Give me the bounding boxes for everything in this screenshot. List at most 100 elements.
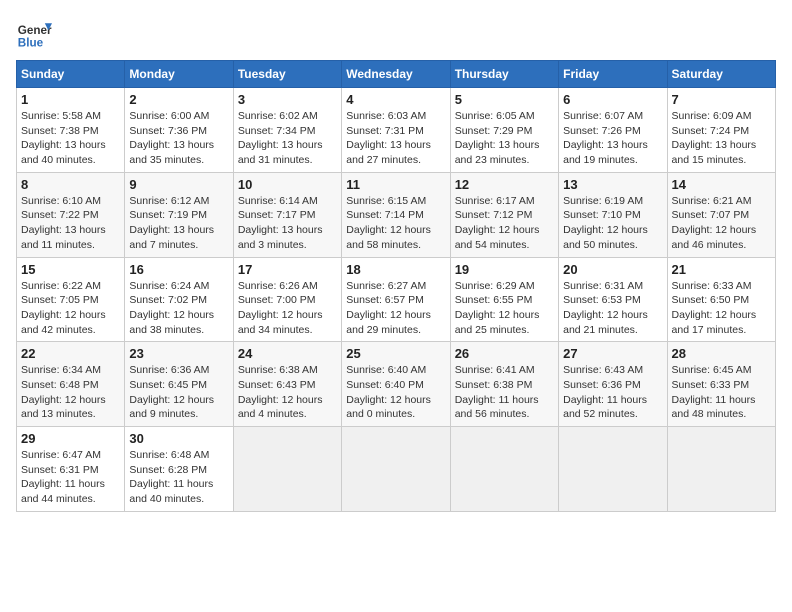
- day-number: 28: [672, 346, 771, 361]
- day-number: 1: [21, 92, 120, 107]
- calendar-table: SundayMondayTuesdayWednesdayThursdayFrid…: [16, 60, 776, 512]
- day-number: 17: [238, 262, 337, 277]
- svg-text:Blue: Blue: [18, 37, 44, 50]
- calendar-cell: 26 Sunrise: 6:41 AMSunset: 6:38 PMDayligh…: [450, 342, 558, 427]
- day-number: 10: [238, 177, 337, 192]
- calendar-cell: 13 Sunrise: 6:19 AMSunset: 7:10 PMDayligh…: [559, 172, 667, 257]
- day-number: 27: [563, 346, 662, 361]
- cell-info: Sunrise: 6:27 AMSunset: 6:57 PMDaylight:…: [346, 279, 445, 338]
- calendar-cell: 2 Sunrise: 6:00 AMSunset: 7:36 PMDaylight…: [125, 88, 233, 173]
- weekday-header-sunday: Sunday: [17, 61, 125, 88]
- cell-info: Sunrise: 6:21 AMSunset: 7:07 PMDaylight:…: [672, 194, 771, 253]
- calendar-cell: 7 Sunrise: 6:09 AMSunset: 7:24 PMDaylight…: [667, 88, 775, 173]
- day-number: 2: [129, 92, 228, 107]
- cell-info: Sunrise: 6:26 AMSunset: 7:00 PMDaylight:…: [238, 279, 337, 338]
- cell-info: Sunrise: 6:31 AMSunset: 6:53 PMDaylight:…: [563, 279, 662, 338]
- calendar-cell: 19 Sunrise: 6:29 AMSunset: 6:55 PMDayligh…: [450, 257, 558, 342]
- calendar-cell: 20 Sunrise: 6:31 AMSunset: 6:53 PMDayligh…: [559, 257, 667, 342]
- day-number: 15: [21, 262, 120, 277]
- calendar-cell: [342, 427, 450, 512]
- day-number: 22: [21, 346, 120, 361]
- calendar-cell: 4 Sunrise: 6:03 AMSunset: 7:31 PMDaylight…: [342, 88, 450, 173]
- day-number: 19: [455, 262, 554, 277]
- cell-info: Sunrise: 6:34 AMSunset: 6:48 PMDaylight:…: [21, 363, 120, 422]
- calendar-cell: 10 Sunrise: 6:14 AMSunset: 7:17 PMDayligh…: [233, 172, 341, 257]
- calendar-cell: 29 Sunrise: 6:47 AMSunset: 6:31 PMDayligh…: [17, 427, 125, 512]
- weekday-header-thursday: Thursday: [450, 61, 558, 88]
- cell-info: Sunrise: 6:45 AMSunset: 6:33 PMDaylight:…: [672, 363, 771, 422]
- day-number: 26: [455, 346, 554, 361]
- cell-info: Sunrise: 6:38 AMSunset: 6:43 PMDaylight:…: [238, 363, 337, 422]
- weekday-header-friday: Friday: [559, 61, 667, 88]
- day-number: 14: [672, 177, 771, 192]
- cell-info: Sunrise: 6:15 AMSunset: 7:14 PMDaylight:…: [346, 194, 445, 253]
- weekday-header-monday: Monday: [125, 61, 233, 88]
- cell-info: Sunrise: 6:41 AMSunset: 6:38 PMDaylight:…: [455, 363, 554, 422]
- day-number: 25: [346, 346, 445, 361]
- calendar-cell: [450, 427, 558, 512]
- cell-info: Sunrise: 6:36 AMSunset: 6:45 PMDaylight:…: [129, 363, 228, 422]
- day-number: 23: [129, 346, 228, 361]
- cell-info: Sunrise: 6:14 AMSunset: 7:17 PMDaylight:…: [238, 194, 337, 253]
- day-number: 8: [21, 177, 120, 192]
- calendar-cell: 30 Sunrise: 6:48 AMSunset: 6:28 PMDayligh…: [125, 427, 233, 512]
- day-number: 16: [129, 262, 228, 277]
- day-number: 4: [346, 92, 445, 107]
- calendar-cell: 3 Sunrise: 6:02 AMSunset: 7:34 PMDaylight…: [233, 88, 341, 173]
- calendar-cell: [667, 427, 775, 512]
- cell-info: Sunrise: 6:40 AMSunset: 6:40 PMDaylight:…: [346, 363, 445, 422]
- day-number: 6: [563, 92, 662, 107]
- calendar-cell: 27 Sunrise: 6:43 AMSunset: 6:36 PMDayligh…: [559, 342, 667, 427]
- day-number: 20: [563, 262, 662, 277]
- cell-info: Sunrise: 6:22 AMSunset: 7:05 PMDaylight:…: [21, 279, 120, 338]
- day-number: 21: [672, 262, 771, 277]
- day-number: 24: [238, 346, 337, 361]
- cell-info: Sunrise: 6:43 AMSunset: 6:36 PMDaylight:…: [563, 363, 662, 422]
- day-number: 7: [672, 92, 771, 107]
- calendar-cell: 23 Sunrise: 6:36 AMSunset: 6:45 PMDayligh…: [125, 342, 233, 427]
- cell-info: Sunrise: 6:10 AMSunset: 7:22 PMDaylight:…: [21, 194, 120, 253]
- calendar-cell: 8 Sunrise: 6:10 AMSunset: 7:22 PMDaylight…: [17, 172, 125, 257]
- calendar-cell: [559, 427, 667, 512]
- day-number: 3: [238, 92, 337, 107]
- cell-info: Sunrise: 6:24 AMSunset: 7:02 PMDaylight:…: [129, 279, 228, 338]
- day-number: 29: [21, 431, 120, 446]
- calendar-cell: 25 Sunrise: 6:40 AMSunset: 6:40 PMDayligh…: [342, 342, 450, 427]
- cell-info: Sunrise: 6:33 AMSunset: 6:50 PMDaylight:…: [672, 279, 771, 338]
- cell-info: Sunrise: 6:02 AMSunset: 7:34 PMDaylight:…: [238, 109, 337, 168]
- calendar-cell: [233, 427, 341, 512]
- calendar-cell: 5 Sunrise: 6:05 AMSunset: 7:29 PMDaylight…: [450, 88, 558, 173]
- day-number: 12: [455, 177, 554, 192]
- calendar-cell: 21 Sunrise: 6:33 AMSunset: 6:50 PMDayligh…: [667, 257, 775, 342]
- weekday-header-tuesday: Tuesday: [233, 61, 341, 88]
- weekday-header-wednesday: Wednesday: [342, 61, 450, 88]
- calendar-cell: 11 Sunrise: 6:15 AMSunset: 7:14 PMDayligh…: [342, 172, 450, 257]
- day-number: 5: [455, 92, 554, 107]
- day-number: 30: [129, 431, 228, 446]
- day-number: 13: [563, 177, 662, 192]
- day-number: 9: [129, 177, 228, 192]
- calendar-cell: 15 Sunrise: 6:22 AMSunset: 7:05 PMDayligh…: [17, 257, 125, 342]
- cell-info: Sunrise: 6:19 AMSunset: 7:10 PMDaylight:…: [563, 194, 662, 253]
- calendar-cell: 17 Sunrise: 6:26 AMSunset: 7:00 PMDayligh…: [233, 257, 341, 342]
- logo: General Blue: [16, 16, 52, 52]
- cell-info: Sunrise: 6:29 AMSunset: 6:55 PMDaylight:…: [455, 279, 554, 338]
- cell-info: Sunrise: 6:47 AMSunset: 6:31 PMDaylight:…: [21, 448, 120, 507]
- page-header: General Blue: [16, 16, 776, 52]
- calendar-cell: 9Sunrise: 6:12 AMSunset: 7:19 PMDaylight…: [125, 172, 233, 257]
- cell-info: Sunrise: 6:05 AMSunset: 7:29 PMDaylight:…: [455, 109, 554, 168]
- calendar-cell: 22 Sunrise: 6:34 AMSunset: 6:48 PMDayligh…: [17, 342, 125, 427]
- cell-info: Sunrise: 5:58 AMSunset: 7:38 PMDaylight:…: [21, 109, 120, 168]
- calendar-cell: 12 Sunrise: 6:17 AMSunset: 7:12 PMDayligh…: [450, 172, 558, 257]
- calendar-cell: 1 Sunrise: 5:58 AMSunset: 7:38 PMDaylight…: [17, 88, 125, 173]
- cell-info: Sunrise: 6:00 AMSunset: 7:36 PMDaylight:…: [129, 109, 228, 168]
- cell-info: Sunrise: 6:03 AMSunset: 7:31 PMDaylight:…: [346, 109, 445, 168]
- cell-info: Sunrise: 6:17 AMSunset: 7:12 PMDaylight:…: [455, 194, 554, 253]
- cell-info: Sunrise: 6:48 AMSunset: 6:28 PMDaylight:…: [129, 448, 228, 507]
- calendar-cell: 16 Sunrise: 6:24 AMSunset: 7:02 PMDayligh…: [125, 257, 233, 342]
- calendar-cell: 18 Sunrise: 6:27 AMSunset: 6:57 PMDayligh…: [342, 257, 450, 342]
- cell-info: Sunrise: 6:09 AMSunset: 7:24 PMDaylight:…: [672, 109, 771, 168]
- calendar-cell: 14 Sunrise: 6:21 AMSunset: 7:07 PMDayligh…: [667, 172, 775, 257]
- day-number: 18: [346, 262, 445, 277]
- day-number: 11: [346, 177, 445, 192]
